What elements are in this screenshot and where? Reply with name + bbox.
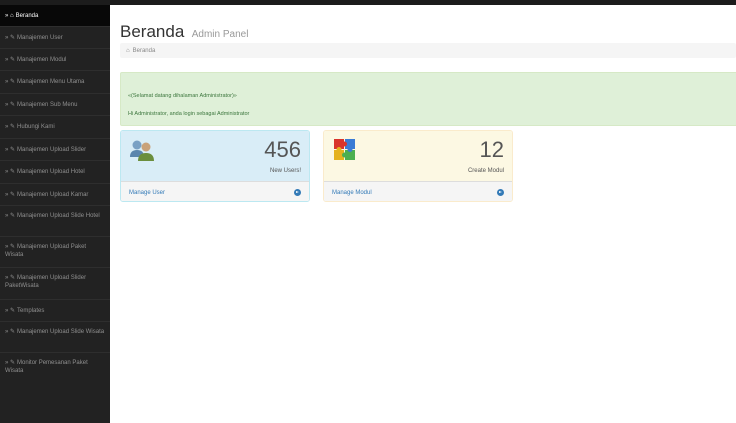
breadcrumb: ⌂ Beranda (120, 43, 736, 58)
wrench-icon: » ✎ (5, 329, 16, 335)
wrench-icon: » ✎ (5, 169, 16, 175)
wrench-icon: » ✎ (5, 244, 16, 250)
wrench-icon: » ✎ (5, 191, 16, 198)
modul-count: 12 (479, 137, 504, 162)
sidebar-item-label: Manajemen Upload Paket Wisata (5, 244, 87, 258)
alert-welcome-text: «(Selamat datang dihalaman Administrator… (128, 93, 237, 99)
wrench-icon: » ✎ (5, 275, 16, 281)
sidebar-item-label: Hubungi Kami (17, 124, 55, 130)
sidebar-item-hubungi-kami[interactable]: » ✎ Hubungi Kami (0, 116, 110, 139)
sidebar-item-beranda[interactable]: » ⌂ Beranda (0, 5, 110, 27)
users-panel-heading: 456 New Users! (121, 131, 309, 181)
arrow-circle-right-icon (294, 189, 301, 196)
sidebar-item-upload-slide-hotel[interactable]: » ✎ Manajemen Upload Slide Hotel (0, 206, 110, 237)
wrench-icon: » ✎ (5, 56, 16, 63)
sidebar-item-manajemen-modul[interactable]: » ✎ Manajemen Modul (0, 49, 110, 71)
users-caption: New Users! (269, 168, 301, 174)
users-icon (130, 140, 154, 161)
wrench-icon: » ✎ (5, 34, 16, 41)
sidebar-item-label: Manajemen Upload Slider PaketWisata (5, 275, 87, 289)
alert-login-text: Hi Administrator, anda login sebagai Adm… (128, 111, 250, 117)
sidebar-item-label: Manajemen Upload Kamar (17, 191, 89, 198)
wrench-icon: » ✎ (5, 79, 16, 85)
wrench-icon: » ✎ (5, 101, 16, 108)
modul-panel-heading: 12 Create Modul (324, 131, 512, 181)
sidebar-item-templates[interactable]: » ✎ Templates (0, 300, 110, 322)
sidebar-item-upload-kamar[interactable]: » ✎ Manajemen Upload Kamar (0, 184, 110, 206)
welcome-alert: «(Selamat datang dihalaman Administrator… (120, 72, 736, 126)
sidebar-item-label: Manajemen Upload Hotel (17, 169, 85, 175)
page-subtitle: Admin Panel (191, 29, 249, 40)
wrench-icon: » ✎ (5, 124, 16, 130)
sidebar-item-label: Templates (17, 307, 45, 314)
sidebar-item-upload-slider[interactable]: » ✎ Manajemen Upload Slider (0, 139, 110, 161)
arrow-circle-right-icon (497, 189, 504, 196)
breadcrumb-item[interactable]: Beranda (133, 48, 156, 54)
manage-user-label: Manage User (129, 189, 166, 196)
users-panel: 456 New Users! Manage User (120, 130, 310, 202)
users-count: 456 (264, 137, 301, 162)
wrench-icon: » ✎ (5, 213, 16, 219)
puzzle-icon (334, 139, 355, 160)
page-header: Beranda Admin Panel (120, 22, 248, 42)
sidebar-item-label: Manajemen Menu Utama (17, 79, 85, 85)
sidebar-item-label: Monitor Pemesanan Paket Wisata (5, 360, 88, 374)
wrench-icon: » ✎ (5, 307, 16, 314)
sidebar-item-label: Manajemen Sub Menu (17, 101, 78, 108)
manage-user-link[interactable]: Manage User (121, 181, 309, 201)
sidebar-item-label: Beranda (15, 12, 39, 19)
sidebar-item-label: Manajemen User (17, 34, 63, 41)
sidebar-item-upload-slide-wisata[interactable]: » ✎ Manajemen Upload Slide Wisata (0, 322, 110, 353)
modul-caption: Create Modul (467, 168, 504, 174)
home-icon: ⌂ (126, 47, 130, 54)
home-icon: » ⌂ (5, 12, 14, 19)
wrench-icon: » ✎ (5, 146, 16, 153)
manage-modul-label: Manage Modul (332, 189, 372, 196)
sidebar-item-upload-paket-wisata[interactable]: » ✎ Manajemen Upload Paket Wisata (0, 237, 110, 268)
sidebar-item-label: Manajemen Modul (17, 56, 67, 63)
sidebar-item-monitor-pemesanan[interactable]: » ✎ Monitor Pemesanan Paket Wisata (0, 353, 110, 385)
sidebar-item-upload-slider-paketwisata[interactable]: » ✎ Manajemen Upload Slider PaketWisata (0, 268, 110, 300)
sidebar: » ⌂ Beranda » ✎ Manajemen User » ✎ Manaj… (0, 5, 110, 423)
sidebar-item-label: Manajemen Upload Slider (17, 146, 87, 153)
sidebar-item-manajemen-menu-utama[interactable]: » ✎ Manajemen Menu Utama (0, 71, 110, 94)
manage-modul-link[interactable]: Manage Modul (324, 181, 512, 201)
sidebar-item-upload-hotel[interactable]: » ✎ Manajemen Upload Hotel (0, 161, 110, 184)
sidebar-item-label: Manajemen Upload Slide Hotel (17, 213, 100, 219)
page-title: Beranda (120, 22, 185, 41)
modul-panel: 12 Create Modul Manage Modul (323, 130, 513, 202)
wrench-icon: » ✎ (5, 360, 16, 366)
sidebar-item-manajemen-sub-menu[interactable]: » ✎ Manajemen Sub Menu (0, 94, 110, 116)
sidebar-item-manajemen-user[interactable]: » ✎ Manajemen User (0, 27, 110, 49)
sidebar-item-label: Manajemen Upload Slide Wisata (17, 329, 105, 335)
main-content: Beranda Admin Panel ⌂ Beranda «(Selamat … (110, 5, 736, 423)
